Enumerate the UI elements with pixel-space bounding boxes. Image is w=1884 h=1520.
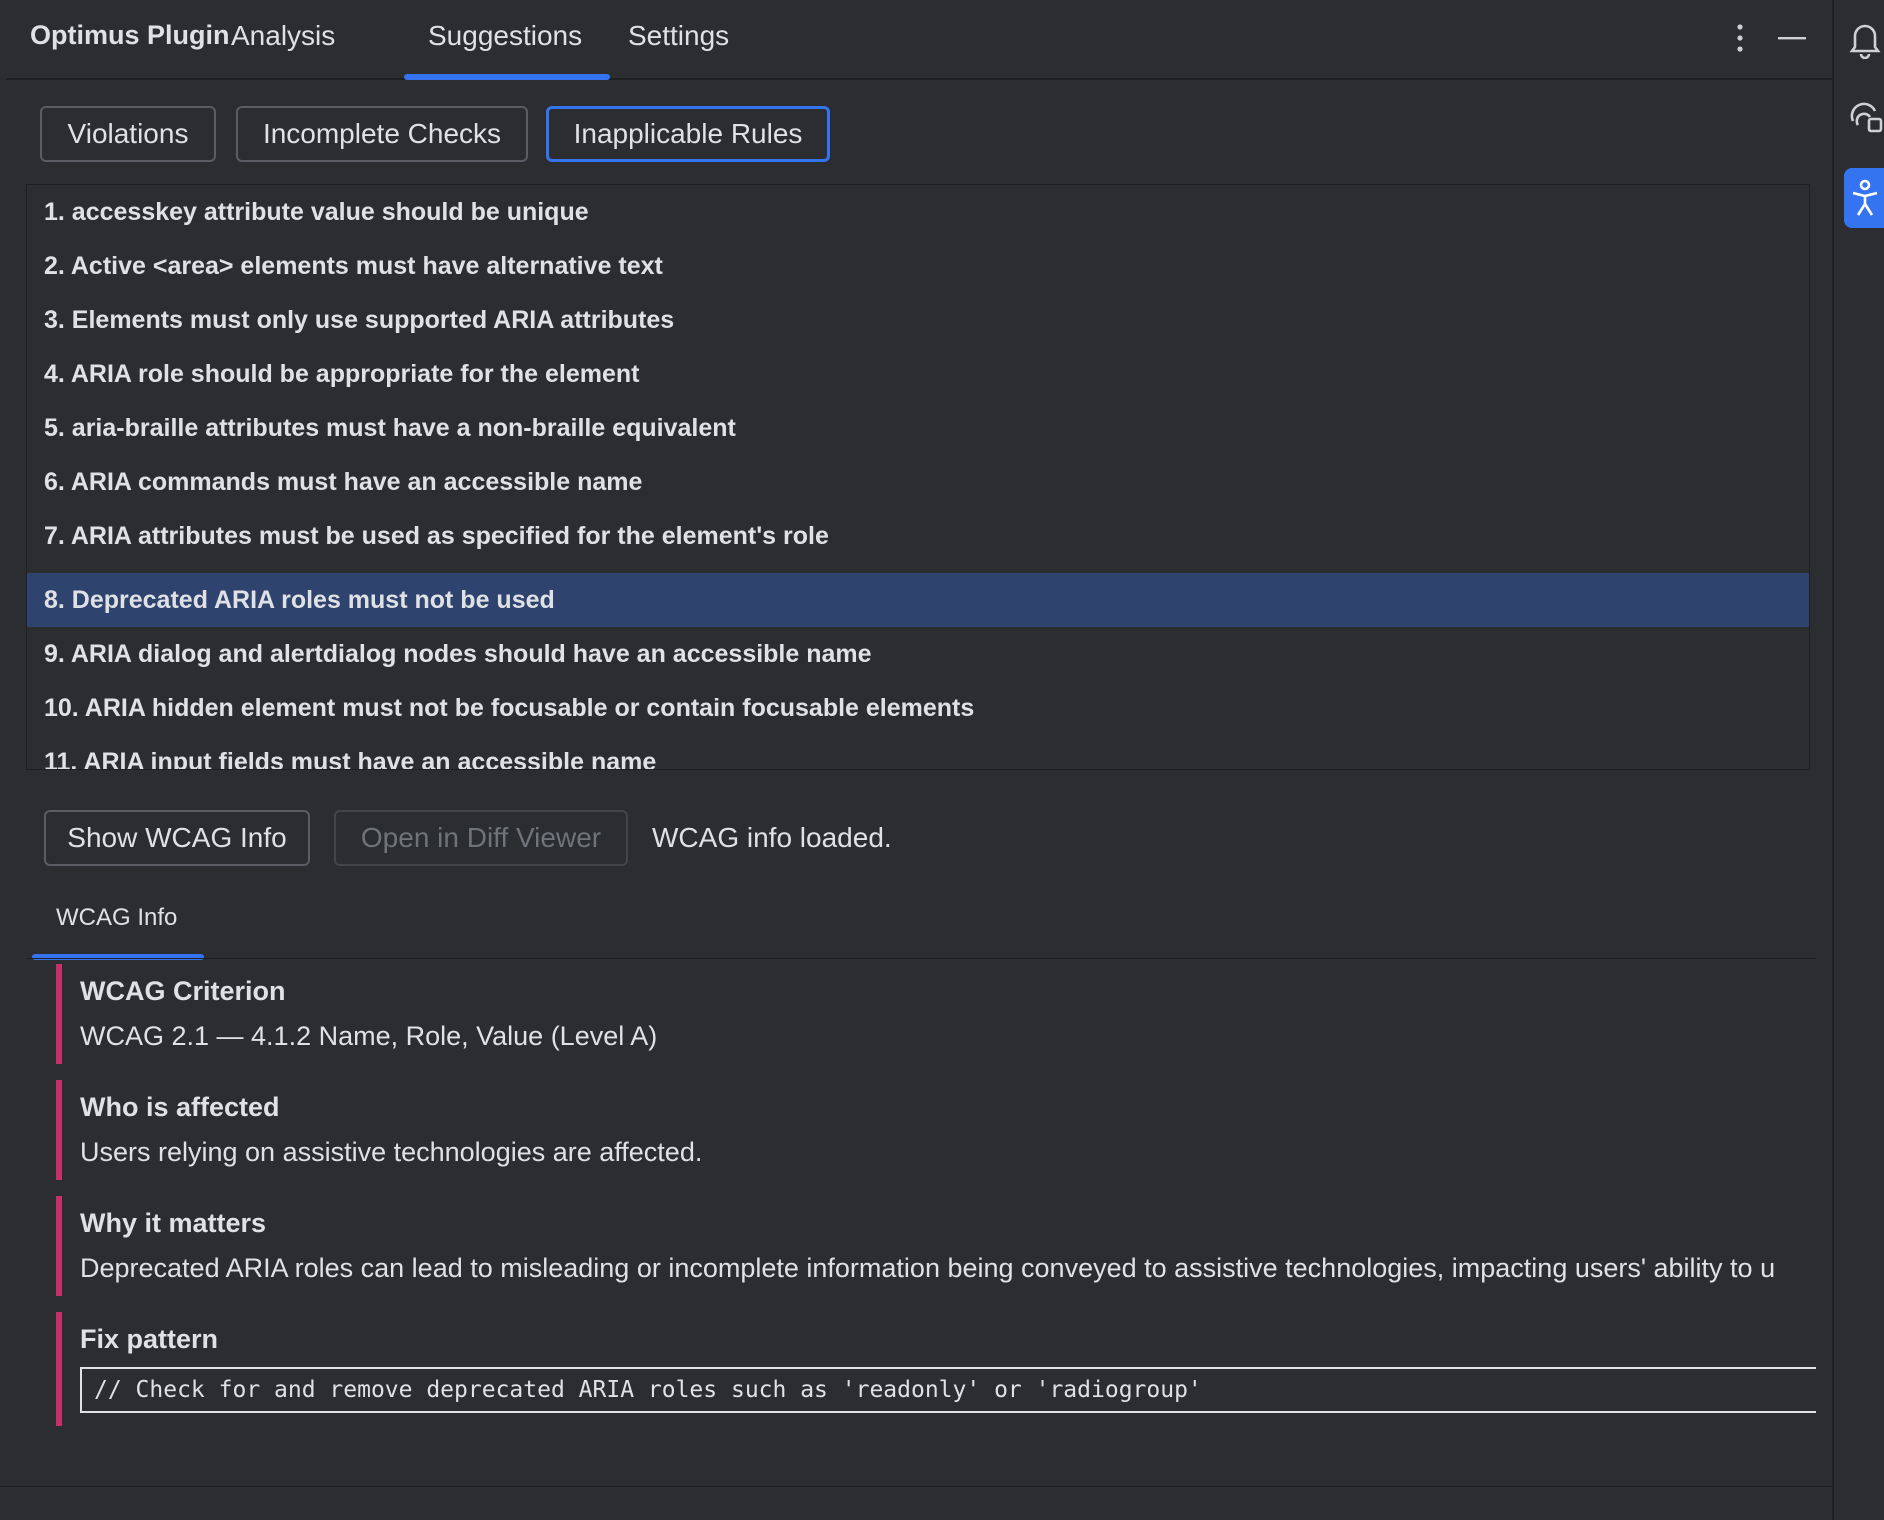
minimize-icon[interactable] <box>1774 18 1810 58</box>
plugin-title: Optimus Plugin <box>30 20 230 50</box>
list-item[interactable]: 5. aria-braille attributes must have a n… <box>27 401 1809 455</box>
criterion-text: WCAG 2.1 — 4.1.2 Name, Role, Value (Leve… <box>80 1021 658 1051</box>
right-toolbar <box>1832 0 1884 1520</box>
list-item[interactable]: 2. Active <area> elements must have alte… <box>27 239 1809 293</box>
rules-list[interactable]: 1. accesskey attribute value should be u… <box>26 184 1810 770</box>
show-wcag-info-button[interactable]: Show WCAG Info <box>44 810 310 866</box>
criterion-title: WCAG Criterion <box>80 976 286 1006</box>
list-item[interactable]: 3. Elements must only use supported ARIA… <box>27 293 1809 347</box>
list-item[interactable]: 1. accesskey attribute value should be u… <box>27 185 1809 239</box>
active-tab-indicator <box>404 74 610 80</box>
tab-divider <box>26 958 1816 959</box>
violations-button[interactable]: Violations <box>40 106 216 162</box>
notifications-icon[interactable] <box>1844 18 1884 60</box>
tab-analysis[interactable]: Analysis <box>231 20 335 52</box>
affected-text: Users relying on assistive technologies … <box>80 1137 703 1167</box>
list-item[interactable]: 9. ARIA dialog and alertdialog nodes sho… <box>27 627 1809 681</box>
list-item[interactable]: 6. ARIA commands must have an accessible… <box>27 455 1809 509</box>
optimus-tool-window: Optimus Plugin Analysis Suggestions Sett… <box>6 0 1832 1486</box>
fix-title: Fix pattern <box>80 1324 219 1354</box>
affected-section: Who is affected Users relying on assisti… <box>56 1080 1816 1180</box>
accessibility-icon[interactable] <box>1844 168 1884 228</box>
more-vertical-icon[interactable] <box>1722 18 1758 58</box>
fix-code-block[interactable]: // Check for and remove deprecated ARIA … <box>80 1367 1816 1413</box>
ide-window: Optimus Plugin Analysis Suggestions Sett… <box>0 0 1884 1520</box>
why-section: Why it matters Deprecated ARIA roles can… <box>56 1196 1816 1296</box>
why-text: Deprecated ARIA roles can lead to mislea… <box>80 1253 1776 1283</box>
tab-wcag-info[interactable]: WCAG Info <box>56 904 177 932</box>
affected-title: Who is affected <box>80 1092 280 1122</box>
why-title: Why it matters <box>80 1208 267 1238</box>
tool-window-header: Optimus Plugin Analysis Suggestions Sett… <box>6 0 1832 80</box>
bottom-bar <box>0 1486 1832 1520</box>
list-item[interactable]: 11. ARIA input fields must have an acces… <box>27 735 1809 770</box>
criterion-section: WCAG Criterion WCAG 2.1 — 4.1.2 Name, Ro… <box>56 964 1816 1064</box>
list-item[interactable]: 10. ARIA hidden element must not be focu… <box>27 681 1809 735</box>
open-diff-viewer-button[interactable]: Open in Diff Viewer <box>334 810 628 866</box>
wcag-tab-indicator <box>32 954 204 960</box>
list-item[interactable]: 4. ARIA role should be appropriate for t… <box>27 347 1809 401</box>
incomplete-checks-button[interactable]: Incomplete Checks <box>236 106 528 162</box>
wcag-info-panel: WCAG Criterion WCAG 2.1 — 4.1.2 Name, Ro… <box>32 964 1816 1444</box>
ai-assistant-icon[interactable] <box>1844 96 1884 138</box>
list-item[interactable]: 7. ARIA attributes must be used as speci… <box>27 509 1809 563</box>
list-item-selected[interactable]: 8. Deprecated ARIA roles must not be use… <box>27 573 1809 627</box>
status-message: WCAG info loaded. <box>652 822 892 853</box>
tab-suggestions[interactable]: Suggestions <box>428 20 582 52</box>
inapplicable-rules-button[interactable]: Inapplicable Rules <box>546 106 830 162</box>
tab-settings[interactable]: Settings <box>628 20 729 52</box>
fix-section: Fix pattern // Check for and remove depr… <box>56 1312 1816 1426</box>
